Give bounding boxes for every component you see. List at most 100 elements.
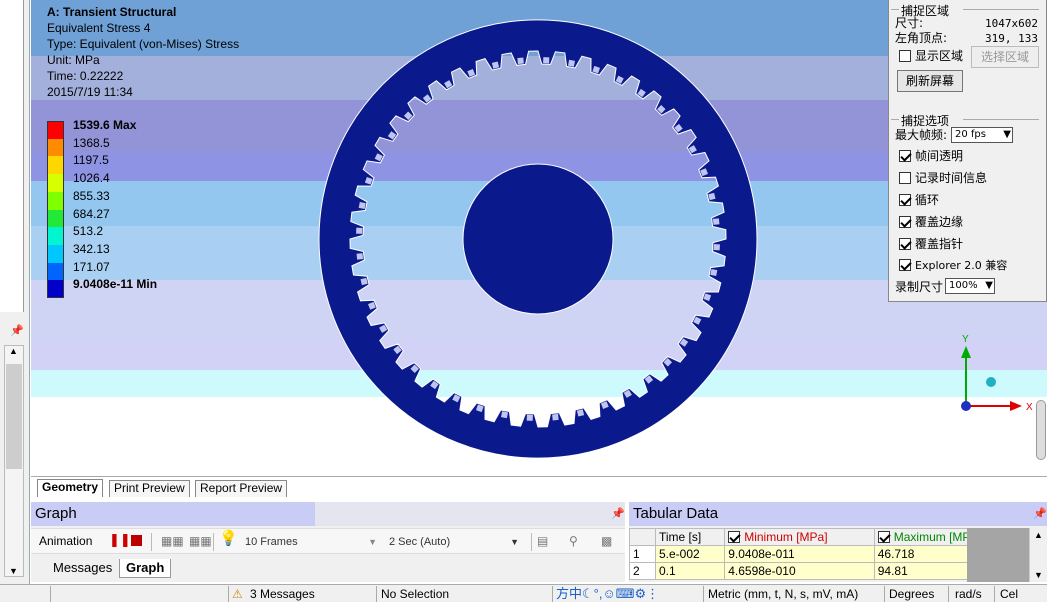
lightbulb-icon[interactable]: 💡 [219, 531, 238, 546]
rotational-units[interactable]: rad/s [955, 586, 982, 602]
show-region-label: 显示区域 [915, 49, 964, 63]
message-icon[interactable]: ⚠ [232, 586, 243, 602]
legend-label[interactable]: 1539.6 Max [73, 118, 136, 132]
show-region-checkbox[interactable] [899, 50, 911, 62]
tooth-highlight [713, 244, 720, 251]
legend-label[interactable]: 342.13 [73, 242, 110, 256]
ime-toolbar-icons[interactable]: 方中☾°,☺⌨⚙⋮ [556, 586, 659, 602]
y-axis-label: Y [962, 334, 969, 345]
temperature-units[interactable]: Cel [1000, 586, 1018, 602]
table-scrollbar[interactable]: ▲ ▼ [1029, 528, 1047, 582]
chevron-down-icon: ▼ [510, 537, 519, 547]
graph-panel: Graph 📌 Animation ❚❚ ▦▦ ▦▦ 💡 10 Frames ▼ … [31, 502, 625, 582]
opt-time[interactable]: 记录时间信息 [899, 171, 987, 185]
chevron-down-icon: ▼ [368, 537, 377, 547]
minimum-checkbox[interactable] [728, 531, 741, 543]
rec-size-value: 100% [949, 280, 978, 291]
minimum-column-header[interactable]: Minimum [MPa] [724, 528, 875, 546]
legend-label[interactable]: 9.0408e-11 Min [73, 277, 157, 291]
transparent-label: 帧间透明 [915, 149, 964, 163]
opt-edge[interactable]: 覆盖边缘 [899, 215, 963, 229]
legend-swatch [47, 121, 64, 139]
scroll-thumb[interactable] [6, 364, 22, 469]
legend-label[interactable]: 1368.5 [73, 136, 110, 150]
legend-label[interactable]: 1026.4 [73, 171, 110, 185]
scroll-down-icon[interactable]: ▼ [9, 566, 18, 576]
legend-label[interactable]: 1197.5 [73, 153, 109, 167]
legend-label[interactable]: 171.07 [73, 260, 110, 274]
scroll-up-icon[interactable]: ▲ [9, 346, 18, 356]
refresh-screen-button[interactable]: 刷新屏幕 [897, 70, 963, 92]
opt-cursor[interactable]: 覆盖指针 [899, 237, 963, 251]
pin-icon[interactable]: 📌 [1033, 507, 1047, 520]
chart-icon[interactable]: ▩ [601, 534, 612, 548]
capture-settings-window: 捕捉区域 尺寸: 1047x602 左角顶点: 319, 133 显示区域 选择… [888, 0, 1047, 302]
tooth-highlight [567, 59, 576, 67]
outline-tree-area [0, 0, 24, 312]
tab-print-preview[interactable]: Print Preview [109, 480, 190, 497]
legend-swatch [47, 138, 64, 157]
result-sets-icon[interactable]: ▦▦ [189, 534, 212, 548]
messages-count[interactable]: 3 Messages [250, 586, 315, 602]
zoom-icon[interactable]: ⚲ [569, 534, 578, 548]
show-region-option[interactable]: 显示区域 [899, 49, 963, 63]
opt-loop[interactable]: 循环 [899, 193, 939, 207]
legend-label[interactable]: 684.27 [73, 207, 110, 221]
legend-swatch [47, 262, 64, 281]
legend-label[interactable]: 855.33 [73, 189, 110, 203]
details-scrollbar[interactable]: ▲ ▼ [4, 345, 24, 577]
result-name: Equivalent Stress 4 [47, 21, 151, 35]
gear-body[interactable] [318, 19, 758, 459]
axis-triad[interactable]: Y X [956, 330, 1046, 420]
max-fps-value: 20 fps [955, 129, 986, 140]
pin-icon[interactable]: 📌 [611, 507, 625, 520]
opt-transparent[interactable]: 帧间透明 [899, 149, 963, 163]
scroll-up-icon[interactable]: ▲ [1034, 530, 1043, 540]
cursor-checkbox[interactable] [899, 238, 911, 250]
rec-size-select[interactable]: 100% ▼ [945, 278, 995, 294]
stop-icon[interactable] [131, 535, 142, 546]
scroll-down-icon[interactable]: ▼ [1034, 570, 1043, 580]
graph-title-bar-rest [315, 502, 625, 526]
frames-select[interactable]: 10 Frames ▼ [245, 533, 379, 551]
tooth-highlight [356, 227, 363, 234]
tab-geometry[interactable]: Geometry [37, 479, 104, 497]
opt-explorer[interactable]: Explorer 2.0 兼容 [899, 259, 1007, 273]
pin-icon[interactable]: 📌 [10, 324, 24, 338]
legend-swatch [47, 280, 64, 299]
maximum-checkbox[interactable] [877, 531, 890, 543]
tab-report-preview[interactable]: Report Preview [195, 480, 288, 497]
angle-units[interactable]: Degrees [889, 586, 934, 602]
left-panel-strip: 📌 ▲ ▼ [0, 0, 30, 602]
distributed-frames-icon[interactable]: ▦▦ [161, 534, 184, 548]
rec-size-label: 录制尺寸 [895, 280, 944, 294]
pause-icon[interactable]: ❚❚ [109, 533, 131, 547]
time-cell: 0.1 [654, 562, 726, 580]
subtab-graph[interactable]: Graph [119, 559, 172, 578]
select-region-button[interactable]: 选择区域 [971, 46, 1039, 68]
time-checkbox[interactable] [899, 172, 911, 184]
view-tabs-bar: Geometry Print Preview Report Preview [31, 476, 1047, 497]
minimum-cell: 9.0408e-011 [724, 545, 875, 563]
loop-checkbox[interactable] [899, 194, 911, 206]
export-video-icon[interactable]: ▤ [537, 534, 548, 548]
unit-system[interactable]: Metric (mm, t, N, s, mV, mA) [708, 586, 858, 602]
legend-swatch [47, 227, 64, 246]
explorer-label: Explorer 2.0 兼容 [915, 259, 1008, 272]
duration-select[interactable]: 2 Sec (Auto) ▼ [389, 533, 521, 551]
subtab-messages[interactable]: Messages [47, 559, 118, 578]
max-fps-label: 最大帧频: [895, 128, 948, 142]
max-fps-select[interactable]: 20 fps ▼ [951, 127, 1013, 143]
row-index: 1 [629, 545, 656, 563]
result-date: 2015/7/19 11:34 [47, 85, 133, 99]
legend-swatch [47, 174, 64, 193]
explorer-checkbox[interactable] [899, 259, 911, 271]
legend-label[interactable]: 513.2 [73, 224, 103, 238]
transparent-checkbox[interactable] [899, 150, 911, 162]
chevron-down-icon: ▼ [1003, 129, 1011, 140]
time-column-header[interactable]: Time [s] [654, 528, 726, 546]
side-scroll-knob[interactable] [1036, 400, 1046, 460]
edge-checkbox[interactable] [899, 216, 911, 228]
edge-label: 覆盖边缘 [915, 215, 964, 229]
animation-label: Animation [39, 534, 93, 548]
